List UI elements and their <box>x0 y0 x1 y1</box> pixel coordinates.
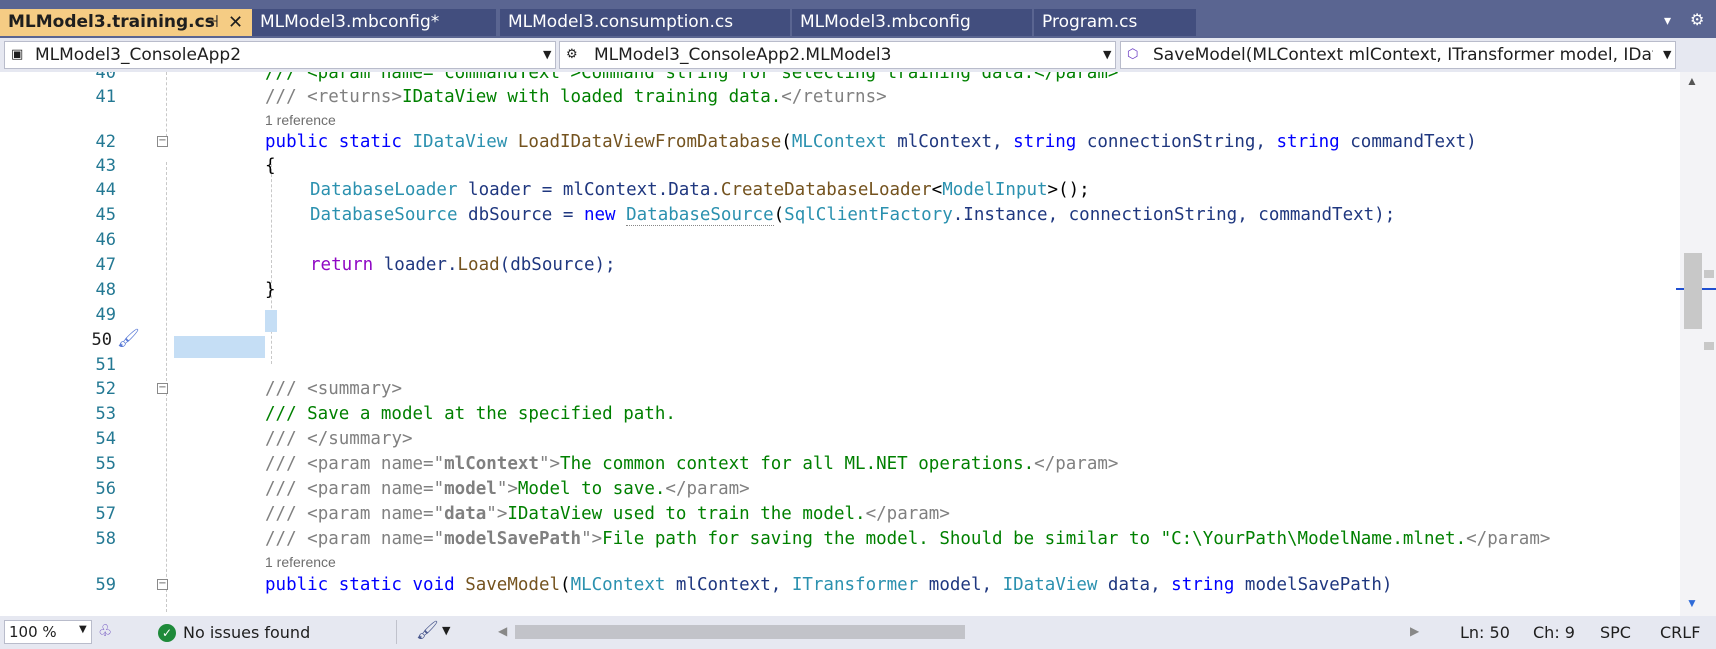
scroll-up-icon[interactable]: ▲ <box>1686 74 1698 88</box>
ai-assist-icon[interactable]: ♧ <box>98 621 112 640</box>
code-line-53: /// Save a model at the specified path. <box>265 404 676 424</box>
horizontal-scroll-thumb[interactable] <box>515 625 965 639</box>
line-number: 41 <box>95 87 116 107</box>
scroll-map-marker <box>1704 342 1714 350</box>
close-icon[interactable]: ✕ <box>228 9 243 36</box>
code-line-47: return loader.Load(dbSource); <box>310 255 616 275</box>
code-line-54: /// </summary> <box>265 429 413 449</box>
type-name: MLModel3_ConsoleApp2.MLModel3 <box>594 45 892 65</box>
tab-label: MLModel3.consumption.cs <box>508 12 734 32</box>
codelens-references[interactable]: 1 reference <box>265 112 336 128</box>
line-number-current: 50 <box>91 330 112 350</box>
indent-guide <box>271 164 272 364</box>
status-bar: 100 % ▼ ♧ ✓ No issues found 🖌 ▼ ◀ ▶ Ln: … <box>0 616 1716 649</box>
tab-mlmodel3-consumption[interactable]: MLModel3.consumption.cs <box>500 9 790 36</box>
quick-actions-brush-icon[interactable]: 🖌 <box>117 328 140 349</box>
code-line-43: { <box>265 156 276 176</box>
line-number: 43 <box>95 156 116 176</box>
chevron-down-icon: ▼ <box>1663 48 1672 61</box>
csharp-project-icon: ▣ <box>11 47 24 62</box>
line-number: 51 <box>95 355 116 375</box>
code-line-52: /// <summary> <box>265 379 402 399</box>
code-cleanup-brush-icon[interactable]: 🖌 <box>416 620 439 641</box>
tab-mlmodel3-training[interactable]: MLModel3.training.cs ⊣ ✕ <box>0 9 255 36</box>
tab-mlmodel3-mbconfig-modified[interactable]: MLModel3.mbconfig* <box>252 9 496 36</box>
vertical-scroll-thumb[interactable] <box>1684 253 1702 329</box>
line-number: 52 <box>95 379 116 399</box>
collapse-toggle-icon[interactable]: − <box>157 579 168 590</box>
column-indicator[interactable]: Ch: 9 <box>1533 623 1575 642</box>
navigation-bar: ▣ MLModel3_ConsoleApp2 ▼ ⚙ MLModel3_Cons… <box>0 38 1716 102</box>
tab-label: Program.cs <box>1042 12 1138 32</box>
issues-status[interactable]: No issues found <box>183 623 310 642</box>
line-ending-indicator[interactable]: CRLF <box>1660 623 1700 642</box>
scroll-right-icon[interactable]: ▶ <box>1410 624 1419 638</box>
tab-program[interactable]: Program.cs <box>1034 9 1196 36</box>
check-circle-icon: ✓ <box>158 624 176 642</box>
divider <box>396 620 397 644</box>
scroll-left-icon[interactable]: ◀ <box>498 624 507 638</box>
line-number: 42 <box>95 132 116 152</box>
class-icon: ⚙ <box>566 47 578 62</box>
code-line-44: DatabaseLoader loader = mlContext.Data.C… <box>310 180 1090 200</box>
line-number: 57 <box>95 504 116 524</box>
selection-highlight <box>174 336 265 358</box>
tab-mlmodel3-mbconfig[interactable]: MLModel3.mbconfig <box>792 9 1032 36</box>
tab-label: MLModel3.mbconfig <box>800 12 971 32</box>
code-line-58: /// <param name="modelSavePath">File pat… <box>265 529 1551 549</box>
codelens-references[interactable]: 1 reference <box>265 554 336 570</box>
line-number: 45 <box>95 205 116 225</box>
code-line-56: /// <param name="model">Model to save.</… <box>265 479 750 499</box>
chevron-down-icon[interactable]: ▼ <box>442 624 450 637</box>
type-dropdown[interactable]: ⚙ MLModel3_ConsoleApp2.MLModel3 ▼ <box>559 41 1116 69</box>
zoom-level: 100 % <box>9 623 57 641</box>
selection-highlight <box>265 310 277 332</box>
project-dropdown[interactable]: ▣ MLModel3_ConsoleApp2 ▼ <box>4 41 556 69</box>
line-number: 48 <box>95 280 116 300</box>
code-line-42: public static IDataView LoadIDataViewFro… <box>265 132 1477 152</box>
chevron-down-icon: ▼ <box>543 48 552 61</box>
code-line-40: /// <param name="commandText">Command st… <box>265 72 1119 83</box>
spacing-indicator[interactable]: SPC <box>1600 623 1631 642</box>
scroll-map-marker <box>1704 270 1714 278</box>
line-number: 44 <box>95 180 116 200</box>
line-number: 56 <box>95 479 116 499</box>
tab-label: MLModel3.training.cs <box>8 12 215 32</box>
chevron-down-icon: ▼ <box>1103 48 1112 61</box>
code-line-45: DatabaseSource dbSource = new DatabaseSo… <box>310 205 1396 226</box>
method-cube-icon: ⬡ <box>1127 47 1139 62</box>
tab-label: MLModel3.mbconfig* <box>260 12 440 32</box>
member-dropdown[interactable]: ⬡ SaveModel(MLContext mlContext, ITransf… <box>1120 41 1676 69</box>
chevron-down-icon: ▼ <box>79 624 87 635</box>
line-number: 46 <box>95 230 116 250</box>
code-editor[interactable]: 40 /// <param name="commandText">Command… <box>0 72 1680 616</box>
line-number: 47 <box>95 255 116 275</box>
indent-guide <box>166 72 167 142</box>
member-name: SaveModel(MLContext mlContext, ITransfor… <box>1153 45 1653 65</box>
code-line-57: /// <param name="data">IDataView used to… <box>265 504 950 524</box>
code-line-59: public static void SaveModel(MLContext m… <box>265 575 1393 595</box>
line-number: 54 <box>95 429 116 449</box>
collapse-toggle-icon[interactable]: − <box>157 383 168 394</box>
line-number: 55 <box>95 454 116 474</box>
line-number: 58 <box>95 529 116 549</box>
zoom-dropdown[interactable]: 100 % ▼ <box>4 620 92 644</box>
document-tab-bar: MLModel3.training.cs ⊣ ✕ MLModel3.mbconf… <box>0 0 1716 38</box>
code-line-48: } <box>265 280 276 300</box>
collapse-toggle-icon[interactable]: − <box>157 136 168 147</box>
settings-icon[interactable]: ⚙ <box>1690 10 1704 30</box>
vertical-scrollbar[interactable]: ▲ ▼ <box>1676 72 1716 616</box>
line-number: 59 <box>95 575 116 595</box>
code-line-41: /// <returns>IDataView with loaded train… <box>265 87 887 107</box>
pin-icon[interactable]: ⊣ <box>204 9 219 36</box>
tab-list-dropdown-icon[interactable]: ▾ <box>1664 12 1671 29</box>
line-number: 49 <box>95 305 116 325</box>
code-line-55: /// <param name="mlContext">The common c… <box>265 454 1119 474</box>
project-name: MLModel3_ConsoleApp2 <box>35 45 242 65</box>
line-number: 40 <box>95 72 116 83</box>
scroll-down-icon[interactable]: ▼ <box>1686 596 1698 610</box>
line-number: 53 <box>95 404 116 424</box>
line-indicator[interactable]: Ln: 50 <box>1460 623 1510 642</box>
